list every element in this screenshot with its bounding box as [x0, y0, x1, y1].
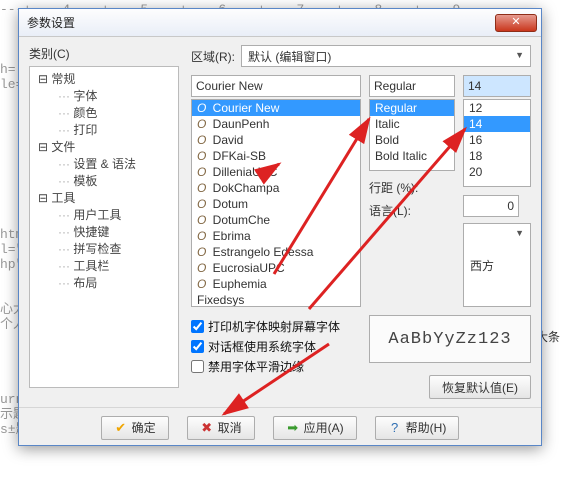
language-dropdown[interactable]: 西方 — [463, 223, 531, 307]
language-value: 西方 — [470, 257, 494, 274]
font-option[interactable]: O DaunPenh — [192, 116, 360, 132]
dialog-font-label: 对话框使用系统字体 — [208, 338, 316, 355]
apply-icon: ➡ — [286, 420, 300, 436]
close-button[interactable]: ✕ — [495, 14, 537, 32]
help-button[interactable]: ? 帮助(H) — [375, 416, 460, 440]
region-value: 默认 (编辑窗口) — [248, 48, 331, 65]
font-option[interactable]: O Dotum — [192, 196, 360, 212]
check-icon: ✔ — [114, 420, 128, 436]
tree-item[interactable]: ··· 用户工具 — [32, 207, 176, 224]
cancel-label: 取消 — [218, 419, 242, 436]
apply-label: 应用(A) — [304, 419, 344, 436]
font-option[interactable]: O EucrosiaUPC — [192, 260, 360, 276]
tree-item[interactable]: ⊟ 工具 — [32, 190, 176, 207]
category-tree[interactable]: ⊟ 常规··· 字体··· 颜色··· 打印⊟ 文件··· 设置 & 语法···… — [29, 66, 179, 388]
font-option[interactable]: O DokChampa — [192, 180, 360, 196]
category-label: 类别(C) — [29, 45, 179, 62]
font-option[interactable]: Fixedsys — [192, 292, 360, 307]
apply-button[interactable]: ➡ 应用(A) — [273, 416, 357, 440]
tree-item[interactable]: ··· 布局 — [32, 275, 176, 292]
font-option[interactable]: O Courier New — [192, 100, 360, 116]
cancel-button[interactable]: ✖ 取消 — [187, 416, 255, 440]
style-option[interactable]: Regular — [370, 100, 454, 116]
help-icon: ? — [388, 420, 402, 435]
ok-button[interactable]: ✔ 确定 — [101, 416, 169, 440]
language-label: 语言(L): — [369, 202, 425, 219]
font-option[interactable]: O Ebrima — [192, 228, 360, 244]
style-option[interactable]: Italic — [370, 116, 454, 132]
font-option[interactable]: O Estrangelo Edessa — [192, 244, 360, 260]
tree-item[interactable]: ··· 颜色 — [32, 105, 176, 122]
size-option[interactable]: 20 — [464, 164, 530, 180]
font-option[interactable]: O David — [192, 132, 360, 148]
font-option[interactable]: O Euphemia — [192, 276, 360, 292]
restore-defaults-button[interactable]: 恢复默认值(E) — [429, 375, 531, 399]
tree-item[interactable]: ··· 工具栏 — [32, 258, 176, 275]
help-label: 帮助(H) — [406, 419, 447, 436]
font-name-input[interactable]: Courier New — [191, 75, 361, 97]
ok-label: 确定 — [132, 419, 156, 436]
dialog-title: 参数设置 — [27, 14, 495, 31]
size-listbox[interactable]: 1214161820 — [463, 99, 531, 187]
tree-item[interactable]: ··· 打印 — [32, 122, 176, 139]
region-dropdown[interactable]: 默认 (编辑窗口) — [241, 45, 531, 67]
font-option[interactable]: O DilleniaUPC — [192, 164, 360, 180]
font-preview: AaBbYyZz123 — [369, 315, 531, 363]
tree-item[interactable]: ··· 模板 — [32, 173, 176, 190]
font-size-input[interactable]: 14 — [463, 75, 531, 97]
tree-item[interactable]: ··· 设置 & 语法 — [32, 156, 176, 173]
tree-item[interactable]: ⊟ 文件 — [32, 139, 176, 156]
cross-icon: ✖ — [200, 420, 214, 436]
tree-item[interactable]: ··· 快捷键 — [32, 224, 176, 241]
tree-item[interactable]: ··· 拼写检查 — [32, 241, 176, 258]
font-option[interactable]: O DFKai-SB — [192, 148, 360, 164]
region-label: 区域(R): — [191, 48, 235, 65]
line-spacing-label: 行距 (%): — [369, 179, 425, 196]
size-option[interactable]: 18 — [464, 148, 530, 164]
titlebar[interactable]: 参数设置 ✕ — [19, 9, 541, 37]
style-option[interactable]: Bold — [370, 132, 454, 148]
style-option[interactable]: Bold Italic — [370, 148, 454, 164]
tree-item[interactable]: ··· 字体 — [32, 88, 176, 105]
smooth-disable-label: 禁用字体平滑边缘 — [208, 358, 304, 375]
font-option[interactable]: O DotumChe — [192, 212, 360, 228]
line-spacing-spinner[interactable]: 0 — [463, 195, 519, 217]
font-listbox[interactable]: O Courier NewO DaunPenhO DavidO DFKai-SB… — [191, 99, 361, 307]
printer-font-checkbox[interactable] — [191, 320, 204, 333]
size-option[interactable]: 12 — [464, 100, 530, 116]
tree-item[interactable]: ⊟ 常规 — [32, 71, 176, 88]
settings-dialog: 参数设置 ✕ 类别(C) ⊟ 常规··· 字体··· 颜色··· 打印⊟ 文件·… — [18, 8, 542, 446]
size-option[interactable]: 14 — [464, 116, 530, 132]
printer-font-label: 打印机字体映射屏幕字体 — [208, 318, 340, 335]
smooth-disable-checkbox[interactable] — [191, 360, 204, 373]
dialog-font-checkbox[interactable] — [191, 340, 204, 353]
font-style-input[interactable]: Regular — [369, 75, 455, 97]
size-option[interactable]: 16 — [464, 132, 530, 148]
style-listbox[interactable]: RegularItalicBoldBold Italic — [369, 99, 455, 171]
